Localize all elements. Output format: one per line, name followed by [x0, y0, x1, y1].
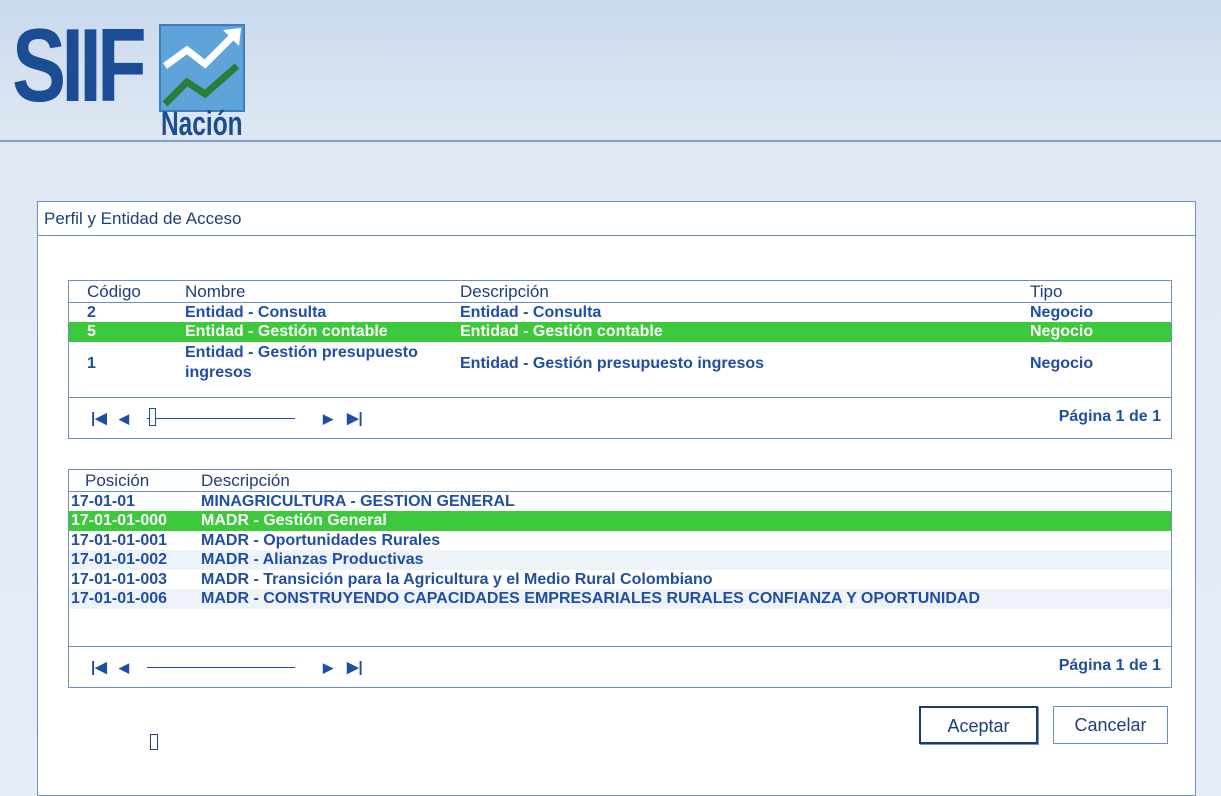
- profile-codigo: 1: [87, 355, 96, 372]
- profile-nombre: Entidad - Gestión presupuesto: [185, 344, 418, 361]
- first-page-icon[interactable]: |◀: [91, 411, 107, 427]
- access-profile-panel: Perfil y Entidad de Acceso Código Nombre…: [37, 201, 1196, 796]
- page-slider-track[interactable]: [147, 667, 295, 668]
- position-descripcion: MADR - Transición para la Agricultura y …: [201, 571, 713, 588]
- previous-page-icon[interactable]: ◀: [119, 411, 129, 427]
- page-indicator: Página 1 de 1: [1058, 408, 1161, 425]
- page-slider-track[interactable]: [147, 418, 295, 419]
- col-header-descripcion[interactable]: Descripción: [201, 470, 290, 492]
- position-descripcion: MADR - Alianzas Productivas: [201, 551, 424, 568]
- position-code: 17-01-01-000: [71, 512, 168, 529]
- panel-title: Perfil y Entidad de Acceso: [38, 202, 1195, 236]
- positions-grid: Posición Descripción 17-01-01 MINAGRICUL…: [68, 469, 1172, 688]
- cancel-button[interactable]: Cancelar: [1053, 706, 1168, 744]
- profiles-pager: |◀ ◀ ▶ ▶| Página 1 de 1: [69, 397, 1171, 439]
- small-checkbox[interactable]: [150, 734, 158, 750]
- col-header-tipo[interactable]: Tipo: [1030, 281, 1062, 303]
- profile-nombre: Entidad - Gestión contable: [185, 323, 388, 340]
- siif-nacion-logo: SIIF Nación: [12, 8, 245, 144]
- profile-descripcion: Entidad - Consulta: [460, 304, 602, 321]
- next-page-icon[interactable]: ▶: [323, 411, 333, 427]
- logo-subtext: Nación: [161, 105, 243, 143]
- position-code: 17-01-01-006: [71, 590, 168, 607]
- position-row[interactable]: 17-01-01-001 MADR - Oportunidades Rurale…: [69, 531, 1171, 550]
- profile-row-selected[interactable]: 5 Entidad - Gestión contable Entidad - G…: [69, 322, 1171, 342]
- position-code: 17-01-01-003: [71, 571, 168, 588]
- position-descripcion: MADR - CONSTRUYENDO CAPACIDADES EMPRESAR…: [201, 590, 980, 607]
- profile-row[interactable]: 1 Entidad - Gestión presupuesto ingresos…: [69, 342, 1171, 384]
- positions-grid-header: Posición Descripción: [69, 470, 1171, 492]
- last-page-icon[interactable]: ▶|: [347, 411, 363, 427]
- position-row[interactable]: 17-01-01-003 MADR - Transición para la A…: [69, 570, 1171, 589]
- profile-nombre-line2: ingresos: [185, 364, 252, 381]
- profile-tipo: Negocio: [1030, 355, 1094, 372]
- last-page-icon[interactable]: ▶|: [347, 660, 363, 676]
- position-code: 17-01-01-002: [71, 551, 168, 568]
- positions-pager: |◀ ◀ ▶ ▶| Página 1 de 1: [69, 646, 1171, 688]
- col-header-posicion[interactable]: Posición: [85, 470, 149, 492]
- position-row-selected[interactable]: 17-01-01-000 MADR - Gestión General: [69, 511, 1171, 531]
- position-descripcion: MADR - Oportunidades Rurales: [201, 532, 441, 549]
- profile-codigo: 5: [87, 323, 96, 340]
- profile-descripcion: Entidad - Gestión presupuesto ingresos: [460, 355, 765, 372]
- profile-tipo: Negocio: [1030, 304, 1094, 321]
- profile-descripcion: Entidad - Gestión contable: [460, 323, 663, 340]
- first-page-icon[interactable]: |◀: [91, 660, 107, 676]
- profile-tipo: Negocio: [1030, 323, 1094, 340]
- col-header-codigo[interactable]: Código: [87, 281, 141, 303]
- next-page-icon[interactable]: ▶: [323, 660, 333, 676]
- col-header-nombre[interactable]: Nombre: [185, 281, 245, 303]
- profiles-grid-header: Código Nombre Descripción Tipo: [69, 281, 1171, 303]
- accept-button[interactable]: Aceptar: [919, 706, 1038, 744]
- page-indicator: Página 1 de 1: [1058, 657, 1161, 674]
- profile-codigo: 2: [87, 304, 96, 321]
- col-header-descripcion[interactable]: Descripción: [460, 281, 549, 303]
- position-code: 17-01-01: [71, 493, 136, 510]
- profiles-grid: Código Nombre Descripción Tipo 2 Entidad…: [68, 280, 1172, 439]
- position-descripcion: MINAGRICULTURA - GESTION GENERAL: [201, 493, 515, 510]
- page-slider-handle[interactable]: [149, 408, 156, 426]
- position-code: 17-01-01-001: [71, 532, 168, 549]
- logo-chart-icon: [159, 24, 245, 112]
- logo-text: SIIF: [12, 8, 147, 124]
- profile-nombre: Entidad - Consulta: [185, 304, 327, 321]
- position-row[interactable]: 17-01-01 MINAGRICULTURA - GESTION GENERA…: [69, 492, 1171, 511]
- position-row[interactable]: 17-01-01-002 MADR - Alianzas Productivas: [69, 550, 1171, 570]
- profile-row[interactable]: 2 Entidad - Consulta Entidad - Consulta …: [69, 303, 1171, 322]
- previous-page-icon[interactable]: ◀: [119, 660, 129, 676]
- position-row[interactable]: 17-01-01-006 MADR - CONSTRUYENDO CAPACID…: [69, 589, 1171, 609]
- position-descripcion: MADR - Gestión General: [201, 512, 387, 529]
